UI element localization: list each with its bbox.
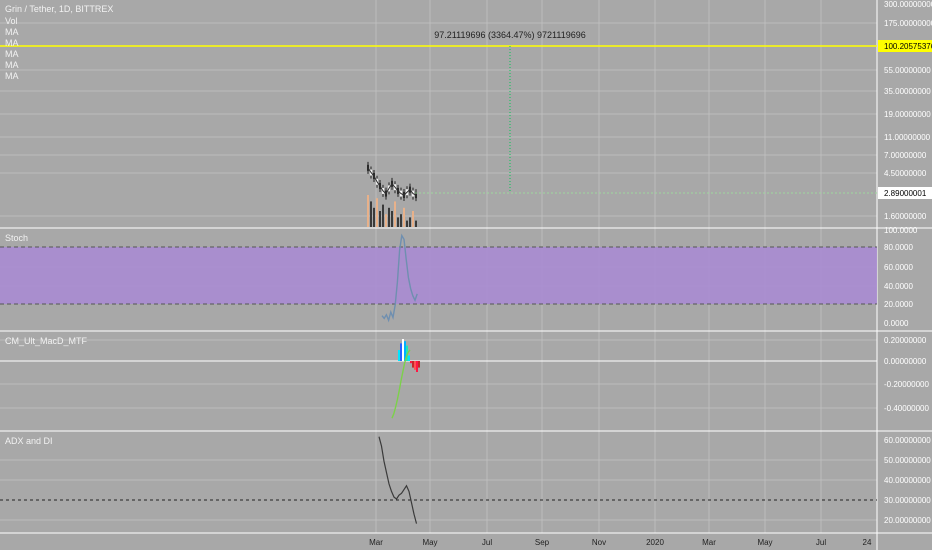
indicator-label-ma-2[interactable]: MA (5, 38, 19, 48)
time-axis-tick: Jul (482, 538, 492, 547)
macd-histogram-bar (408, 355, 410, 361)
chart-canvas[interactable]: 97.21119696 (3364.47%) 9721119696 Grin /… (0, 0, 932, 550)
indicator-label-ma-5[interactable]: MA (5, 71, 19, 81)
volume-bar (400, 214, 402, 227)
macd-histogram-bar (412, 361, 414, 368)
time-axis-tick: May (422, 538, 437, 547)
volume-bar (406, 220, 408, 227)
volume-bar (388, 207, 390, 227)
symbol-title[interactable]: Grin / Tether, 1D, BITTREX (5, 4, 113, 14)
price-axis-tick: 19.00000000 (884, 110, 931, 119)
volume-bar (373, 207, 375, 227)
macd-axis-tick: -0.40000000 (884, 404, 929, 413)
volume-bar (415, 220, 417, 227)
adx-axis-tick: 40.00000000 (884, 476, 931, 485)
indicator-label-ma-3[interactable]: MA (5, 49, 19, 59)
adx-title[interactable]: ADX and DI (5, 436, 53, 446)
stoch-axis-tick: 100.0000 (884, 226, 918, 235)
indicator-label-vol[interactable]: Vol (5, 16, 18, 26)
stoch-title[interactable]: Stoch (5, 233, 28, 243)
highlight-price-label: 100.20575376 (884, 42, 932, 51)
volume-bar (379, 211, 381, 227)
adx-axis-tick: 50.00000000 (884, 456, 931, 465)
last-price-label: 2.89000001 (884, 189, 927, 198)
time-axis-tick: Mar (702, 538, 716, 547)
adx-axis-tick: 20.00000000 (884, 516, 931, 525)
macd-axis-tick: 0.20000000 (884, 336, 927, 345)
macd-histogram-bar (414, 361, 416, 370)
macd-histogram-bar (398, 350, 400, 361)
macd-title[interactable]: CM_Ult_MacD_MTF (5, 336, 88, 346)
time-axis-tick: Mar (369, 538, 383, 547)
time-axis-tick: May (757, 538, 772, 547)
price-axis-tick: 1.60000000 (884, 212, 927, 221)
price-axis-tick: 300.00000000 (884, 0, 932, 9)
time-axis-tick: Sep (535, 538, 550, 547)
adx-axis-tick: 60.00000000 (884, 436, 931, 445)
price-axis-tick: 11.00000000 (884, 133, 931, 142)
macd-histogram-bar (402, 339, 404, 361)
volume-bar (397, 217, 399, 227)
price-axis-tick: 55.00000000 (884, 66, 931, 75)
volume-bar (382, 204, 384, 227)
macd-histogram-bar (416, 361, 418, 372)
volume-bar (391, 211, 393, 227)
macd-axis-tick: -0.20000000 (884, 380, 929, 389)
volume-bar (409, 217, 411, 227)
volume-bar (385, 214, 387, 227)
price-axis-tick: 175.00000000 (884, 19, 932, 28)
chart-window: 97.21119696 (3364.47%) 9721119696 Grin /… (0, 0, 932, 550)
time-axis-tick: 24 (863, 538, 872, 547)
macd-histogram-bar (410, 361, 412, 364)
volume-bar (367, 195, 369, 227)
stoch-axis-tick: 40.0000 (884, 282, 913, 291)
volume-bar (376, 198, 378, 227)
macd-axis-tick: 0.00000000 (884, 357, 927, 366)
stoch-axis-tick: 20.0000 (884, 300, 913, 309)
macd-histogram-bar (418, 361, 420, 368)
volume-bar (370, 201, 372, 227)
price-axis-tick: 7.00000000 (884, 151, 927, 160)
stoch-axis-tick: 0.0000 (884, 319, 909, 328)
price-axis-tick: 35.00000000 (884, 87, 931, 96)
volume-bar (394, 201, 396, 227)
candle-body (367, 164, 369, 171)
volume-bar (412, 211, 414, 227)
price-axis-tick: 4.50000000 (884, 169, 927, 178)
adx-axis-tick: 30.00000000 (884, 496, 931, 505)
macd-histogram-bar (400, 343, 402, 361)
time-axis-tick: 2020 (646, 538, 664, 547)
time-axis-tick: Jul (816, 538, 826, 547)
volume-bar (403, 207, 405, 227)
stoch-axis-tick: 80.0000 (884, 243, 913, 252)
indicator-label-ma-1[interactable]: MA (5, 27, 19, 37)
measure-label: 97.21119696 (3364.47%) 9721119696 (434, 30, 585, 40)
stoch-band (0, 247, 877, 304)
indicator-label-ma-4[interactable]: MA (5, 60, 19, 70)
stoch-axis-tick: 60.0000 (884, 263, 913, 272)
time-axis-tick: Nov (592, 538, 606, 547)
